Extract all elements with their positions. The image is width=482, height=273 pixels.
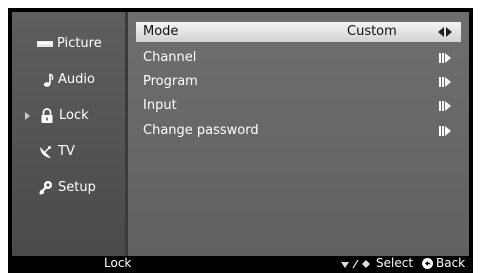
sidebar-item-setup[interactable]: Setup: [12, 176, 125, 200]
sidebar-item-label: Picture: [57, 36, 102, 51]
menu-row-input[interactable]: Input: [136, 96, 461, 116]
picture-icon: [37, 41, 53, 47]
sidebar-item-label: TV: [58, 144, 75, 159]
menu-row-label: Mode: [143, 24, 179, 39]
menu-row-label: Channel: [143, 50, 197, 65]
enter-arrow-icon: [439, 77, 451, 87]
osd-screen: Picture Audio Lock TV Setup Mode Custom …: [12, 12, 469, 256]
sidebar-item-label: Audio: [58, 72, 95, 87]
sidebar-item-label: Setup: [58, 180, 96, 195]
bottom-hint-bar: Lock Select Back: [12, 256, 469, 271]
mode-value: Custom: [347, 24, 397, 39]
menu-row-channel[interactable]: Channel: [136, 48, 461, 68]
lock-icon: [41, 108, 53, 123]
sidebar-item-tv[interactable]: TV: [12, 140, 125, 164]
back-hint-label: Back: [436, 256, 466, 270]
sidebar-item-picture[interactable]: Picture: [12, 32, 125, 56]
select-hint-label: Select: [376, 256, 414, 270]
sidebar: Picture Audio Lock TV Setup: [12, 12, 126, 256]
menu-row-label: Program: [143, 74, 198, 89]
menu-row-label: Change password: [143, 123, 259, 138]
navigate-arrows-icon: [341, 259, 370, 269]
enter-arrow-icon: [439, 126, 451, 136]
sidebar-item-audio[interactable]: Audio: [12, 68, 125, 92]
active-indicator-icon: [25, 112, 30, 120]
left-right-arrows-icon[interactable]: [437, 27, 453, 37]
current-menu-title: Lock: [104, 256, 132, 270]
back-icon[interactable]: [422, 258, 433, 269]
menu-row-program[interactable]: Program: [136, 72, 461, 92]
sidebar-item-label: Lock: [59, 108, 89, 123]
menu-row-mode[interactable]: Mode Custom: [136, 22, 461, 42]
enter-arrow-icon: [439, 53, 451, 63]
enter-arrow-icon: [439, 101, 451, 111]
note-icon: [43, 73, 54, 87]
menu-row-label: Input: [143, 98, 177, 113]
sidebar-item-lock[interactable]: Lock: [12, 104, 125, 128]
satellite-dish-icon: [40, 146, 51, 158]
setup-icon: [39, 181, 52, 195]
menu-row-change-password[interactable]: Change password: [136, 121, 461, 141]
lock-menu-panel: Mode Custom Channel Program Input Change…: [128, 12, 469, 256]
